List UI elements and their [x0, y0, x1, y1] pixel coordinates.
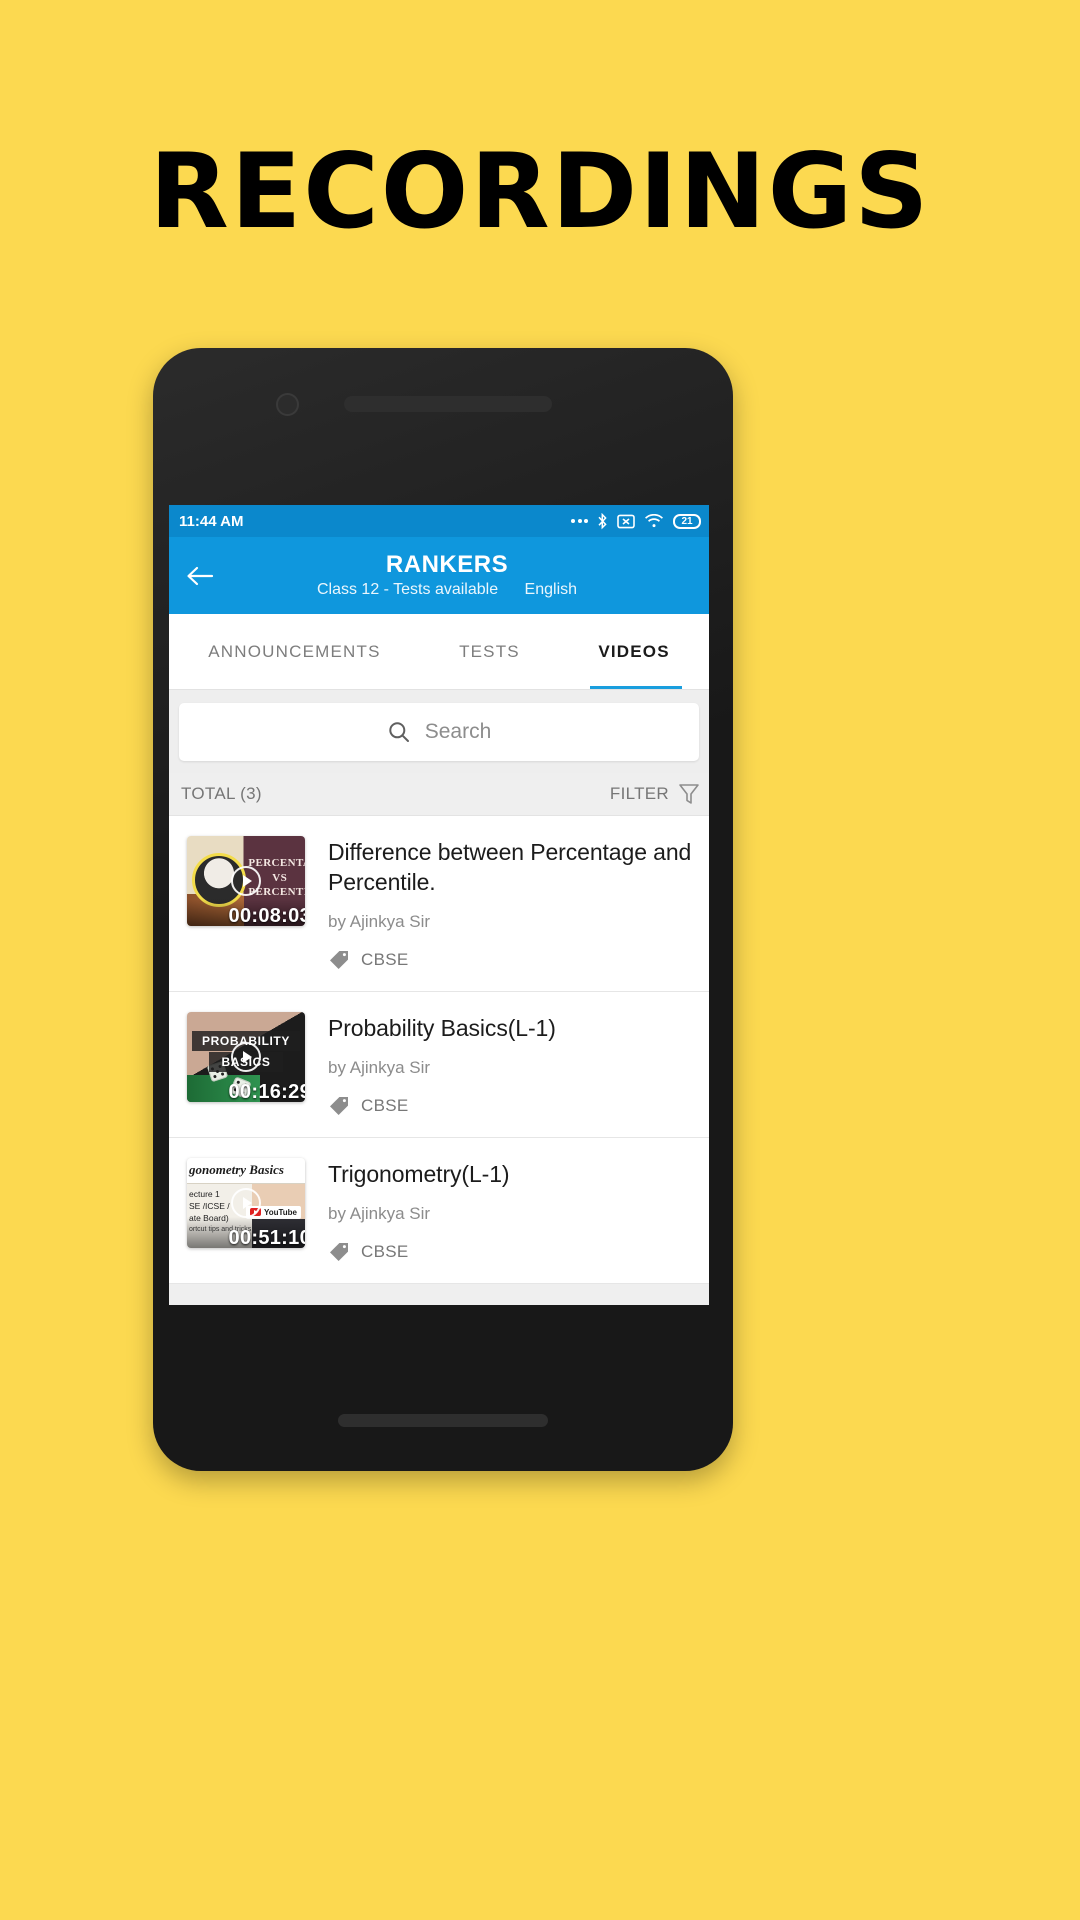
status-time: 11:44 AM: [179, 512, 244, 530]
bluetooth-icon: [598, 512, 607, 529]
video-title: Difference between Percentage and Percen…: [328, 839, 692, 895]
app-bar-language: English: [524, 581, 578, 599]
total-count-label: TOTAL (3): [181, 784, 262, 803]
thumbnail-heading: gonometry Basics: [187, 1157, 305, 1184]
search-placeholder: Search: [424, 720, 492, 743]
video-thumbnail[interactable]: PERCENTAGE VS PERCENTILE 00:08:03: [187, 836, 305, 926]
youtube-badge-label: YouTube: [263, 1207, 297, 1217]
earpiece-speaker: [344, 396, 552, 412]
search-input[interactable]: Search: [179, 703, 699, 761]
tag-icon: [330, 1096, 348, 1115]
video-list: PERCENTAGE VS PERCENTILE 00:08:03 Differ…: [169, 816, 709, 1305]
wifi-icon: [645, 513, 663, 527]
play-icon: [231, 866, 261, 896]
video-duration: 00:08:03: [228, 905, 305, 926]
video-thumbnail[interactable]: PROBABILITY BASICS 00:16:29: [187, 1011, 305, 1102]
video-duration: 00:16:29: [228, 1080, 305, 1102]
video-author: by Ajinkya Sir: [328, 1203, 431, 1223]
video-tag: CBSE: [328, 949, 697, 971]
video-title: Probability Basics(L-1): [328, 1014, 556, 1041]
more-dots-icon: [571, 519, 588, 523]
tag-icon: [330, 1242, 348, 1261]
front-camera-icon: [276, 393, 299, 416]
video-tag: CBSE: [328, 1241, 697, 1263]
list-item[interactable]: PERCENTAGE VS PERCENTILE 00:08:03 Differ…: [169, 816, 709, 992]
page-title: RECORDINGS: [149, 132, 931, 252]
back-button[interactable]: [169, 564, 231, 588]
play-icon: [231, 1187, 261, 1218]
video-tag-label: CBSE: [361, 1095, 409, 1115]
play-icon: [231, 1041, 261, 1072]
video-tag: CBSE: [328, 1095, 697, 1117]
video-thumbnail[interactable]: gonometry Basics ecture 1 SE /ICSE / ate…: [187, 1157, 305, 1248]
phone-screen: 11:44 AM 21 RANKERS Class 12 - Tests ava…: [169, 505, 709, 1305]
no-sim-icon: [617, 514, 635, 528]
video-title: Trigonometry(L-1): [328, 1160, 510, 1187]
video-tag-label: CBSE: [361, 1241, 409, 1261]
filter-label[interactable]: FILTER: [610, 784, 669, 804]
app-bar-title: RANKERS: [385, 550, 509, 578]
battery-icon: 21: [673, 513, 701, 529]
tab-tests[interactable]: TESTS: [457, 642, 522, 662]
list-summary-bar: TOTAL (3) FILTER: [169, 773, 709, 816]
video-duration: 00:51:10: [228, 1226, 305, 1248]
list-footer: [169, 1283, 709, 1305]
tab-bar: ANNOUNCEMENTS TESTS VIDEOS: [169, 614, 709, 690]
status-bar: 11:44 AM 21: [169, 505, 709, 537]
list-item[interactable]: gonometry Basics ecture 1 SE /ICSE / ate…: [169, 1138, 709, 1284]
tag-icon: [330, 950, 348, 969]
home-indicator: [338, 1414, 548, 1427]
active-tab-indicator: [590, 686, 682, 689]
video-tag-label: CBSE: [361, 949, 409, 969]
search-section: Search: [169, 690, 709, 773]
arrow-left-icon: [187, 566, 214, 585]
search-icon: [389, 722, 409, 742]
list-item[interactable]: PROBABILITY BASICS 00:16:29 Probability …: [169, 992, 709, 1138]
video-author: by Ajinkya Sir: [328, 911, 431, 931]
funnel-icon[interactable]: [678, 782, 700, 806]
app-bar: RANKERS Class 12 - Tests available Engli…: [169, 537, 709, 614]
phone-frame: 11:44 AM 21 RANKERS Class 12 - Tests ava…: [153, 348, 733, 1471]
tab-videos[interactable]: VIDEOS: [596, 642, 671, 662]
battery-level: 21: [681, 515, 693, 527]
tab-announcements[interactable]: ANNOUNCEMENTS: [206, 642, 382, 662]
video-author: by Ajinkya Sir: [328, 1057, 431, 1077]
app-bar-subtitle: Class 12 - Tests available: [316, 581, 499, 599]
